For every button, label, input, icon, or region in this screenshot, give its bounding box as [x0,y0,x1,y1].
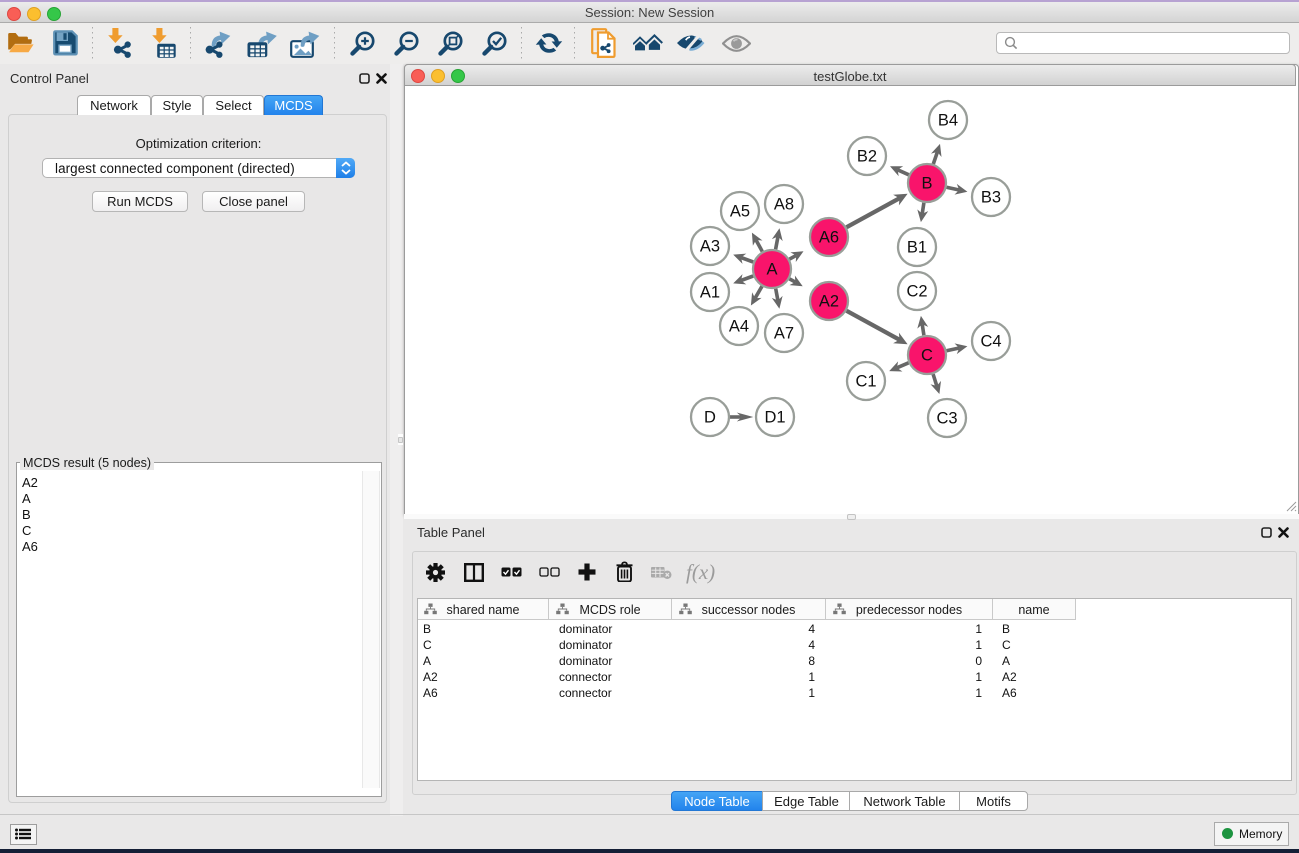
svg-text:C2: C2 [906,283,927,301]
svg-text:B1: B1 [907,239,927,257]
svg-text:A2: A2 [819,293,839,311]
svg-text:C4: C4 [980,333,1001,351]
svg-text:B3: B3 [981,189,1001,207]
svg-text:A8: A8 [774,196,794,214]
svg-text:C3: C3 [936,410,957,428]
svg-text:A6: A6 [819,229,839,247]
svg-text:B4: B4 [938,112,958,130]
svg-text:A: A [766,261,777,279]
svg-text:A3: A3 [700,238,720,256]
svg-text:C: C [921,347,933,365]
svg-text:B2: B2 [857,148,877,166]
svg-text:C1: C1 [855,373,876,391]
svg-text:D1: D1 [764,409,785,427]
svg-text:A4: A4 [729,318,749,336]
svg-text:A7: A7 [774,325,794,343]
svg-text:A1: A1 [700,284,720,302]
svg-text:B: B [921,175,932,193]
svg-text:A5: A5 [730,203,750,221]
svg-text:D: D [704,409,716,427]
